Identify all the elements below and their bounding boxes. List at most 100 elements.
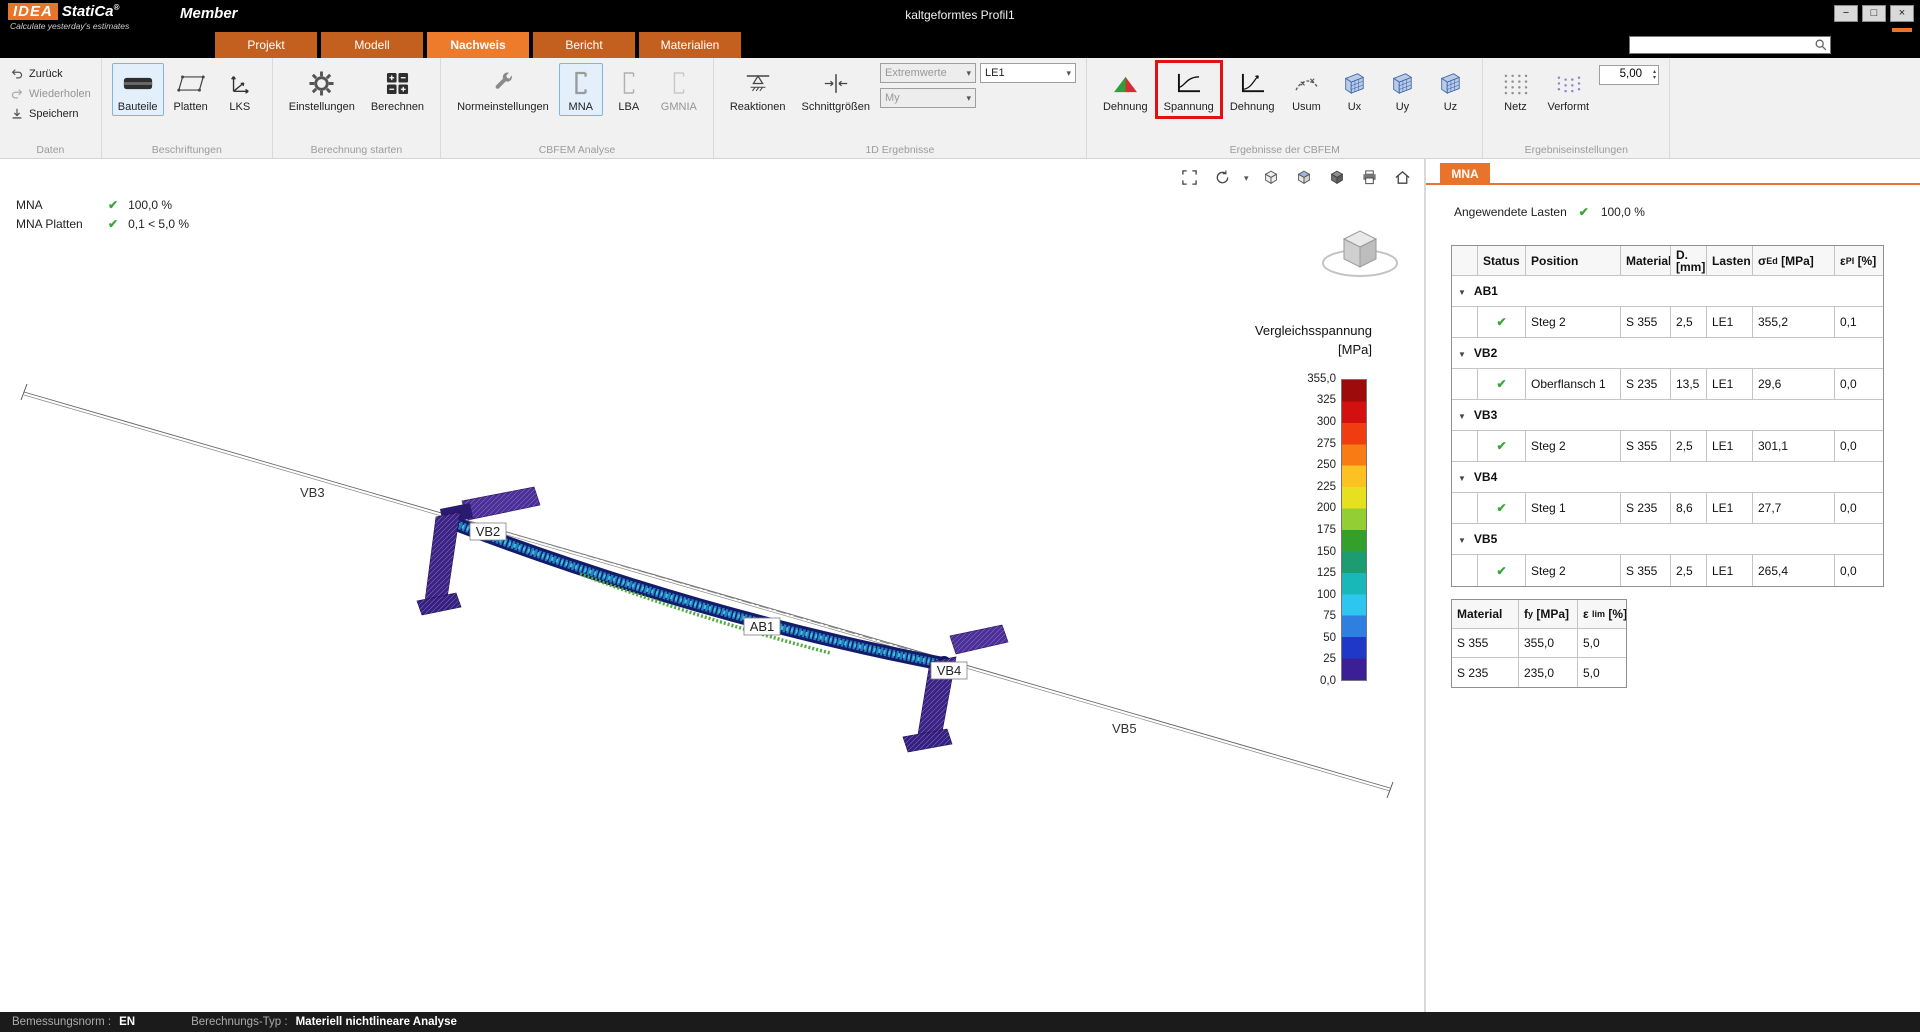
spinner-down-icon[interactable] — [1653, 75, 1656, 81]
reaktionen-button[interactable]: Reaktionen — [724, 63, 792, 116]
ribbon: Zurück Wiederholen Speichern Daten — [0, 58, 1920, 159]
undo-icon — [10, 67, 24, 81]
loadcase-value: LE1 — [985, 67, 1005, 79]
lks-label: LKS — [229, 101, 250, 113]
table-row[interactable]: S 235 235,0 5,0 — [1452, 658, 1626, 687]
member-label-vb5[interactable]: VB5 — [1112, 721, 1137, 736]
check-icon — [1496, 564, 1506, 578]
member-label-vb2[interactable]: VB2 — [470, 523, 506, 540]
schnittgroessen-button[interactable]: Schnittgrößen — [796, 63, 876, 116]
viewport-3d[interactable]: MNA 100,0 % MNA Platten 0,1 < 5,0 % — [0, 159, 1423, 1012]
collapse-icon[interactable] — [1458, 470, 1466, 484]
check-icon — [1496, 501, 1506, 515]
legend-tick-label: 250 — [1288, 459, 1336, 471]
uy-button[interactable]: Uy — [1380, 63, 1424, 116]
table-row[interactable]: Steg 2 S 355 2,5 LE1 355,2 0,1 — [1452, 307, 1883, 338]
beam-mesh[interactable] — [445, 518, 951, 670]
loadcase-select[interactable]: LE1 — [980, 63, 1076, 83]
group-row-vb2[interactable]: VB2 — [1452, 338, 1883, 369]
collapse-icon[interactable] — [1458, 408, 1466, 422]
undo-button[interactable]: Zurück — [10, 65, 91, 82]
normeinstellungen-label: Normeinstellungen — [457, 101, 549, 113]
logo-tagline: Calculate yesterday's estimates — [10, 21, 129, 31]
group-row-vb5[interactable]: VB5 — [1452, 524, 1883, 555]
extremwerte-select: Extremwerte — [880, 63, 976, 83]
collapse-icon[interactable] — [1458, 284, 1466, 298]
group-row-vb3[interactable]: VB3 — [1452, 400, 1883, 431]
search-input[interactable] — [1630, 39, 1814, 51]
verformt-button[interactable]: Verformt — [1541, 63, 1595, 116]
table-row[interactable]: Steg 1 S 235 8,6 LE1 27,7 0,0 — [1452, 493, 1883, 524]
scale-spinner[interactable]: 5,00 — [1599, 65, 1659, 85]
uz-button[interactable]: Uz — [1428, 63, 1472, 116]
legend-tick-label: 175 — [1288, 524, 1336, 536]
save-label: Speichern — [29, 108, 79, 120]
tab-projekt[interactable]: Projekt — [215, 32, 317, 58]
reaktionen-label: Reaktionen — [730, 101, 786, 113]
tab-mna-results[interactable]: MNA — [1440, 163, 1490, 185]
netz-button[interactable]: Netz — [1493, 63, 1537, 116]
mna-button[interactable]: MNA — [559, 63, 603, 116]
table-row[interactable]: Steg 2 S 355 2,5 LE1 301,1 0,0 — [1452, 431, 1883, 462]
lks-button[interactable]: LKS — [218, 63, 262, 116]
table-row[interactable]: Steg 2 S 355 2,5 LE1 265,4 0,0 — [1452, 555, 1883, 586]
group-row-ab1[interactable]: AB1 — [1452, 276, 1883, 307]
einstellungen-button[interactable]: Einstellungen — [283, 63, 361, 116]
tab-modell[interactable]: Modell — [321, 32, 423, 58]
ribbon-group-ergebniseinstellungen: Netz Verformt 5,00 Ergebniseinstellungen — [1483, 58, 1670, 158]
my-value: My — [885, 92, 900, 104]
table-row[interactable]: Oberflansch 1 S 235 13,5 LE1 29,6 0,0 — [1452, 369, 1883, 400]
collapse-icon[interactable] — [1458, 346, 1466, 360]
applied-loads-row: Angewendete Lasten 100,0 % — [1454, 205, 1645, 219]
check-icon — [1496, 315, 1506, 329]
stress-curve-icon — [1175, 68, 1202, 98]
spannung-label: Spannung — [1164, 101, 1214, 113]
results-table-header: Status Position Material D.[mm] Lasten σ… — [1452, 246, 1883, 276]
member-axis-line[interactable] — [21, 384, 1393, 798]
member-label-vb3[interactable]: VB3 — [300, 485, 325, 500]
tab-materialien[interactable]: Materialien — [639, 32, 741, 58]
table-row[interactable]: S 355 355,0 5,0 — [1452, 629, 1626, 658]
connection-vb4[interactable] — [903, 625, 1008, 752]
tab-bericht[interactable]: Bericht — [533, 32, 635, 58]
chevron-down-icon — [966, 92, 971, 104]
strain-triangles-icon — [1112, 68, 1139, 98]
gear-icon — [308, 68, 335, 98]
verformt-label: Verformt — [1547, 101, 1589, 113]
close-button[interactable] — [1890, 5, 1914, 22]
scale-value: 5,00 — [1620, 68, 1642, 80]
platten-button[interactable]: Platten — [168, 63, 214, 116]
deformed-mesh-icon — [1555, 68, 1582, 98]
ux-button[interactable]: Ux — [1332, 63, 1376, 116]
minimize-button[interactable] — [1834, 5, 1858, 22]
search-icon[interactable] — [1814, 38, 1830, 52]
collapse-icon[interactable] — [1458, 532, 1466, 546]
redo-button: Wiederholen — [10, 85, 91, 102]
main-tab-bar: Projekt Modell Nachweis Bericht Material… — [0, 32, 1920, 58]
legend-tick-label: 50 — [1288, 632, 1336, 644]
search-box — [1629, 36, 1831, 54]
berechnen-label: Berechnen — [371, 101, 424, 113]
applied-loads-value: 100,0 % — [1601, 205, 1645, 219]
spannung-button[interactable]: Spannung — [1158, 63, 1220, 116]
group-row-vb4[interactable]: VB4 — [1452, 462, 1883, 493]
bauteile-button[interactable]: Bauteile — [112, 63, 164, 116]
member-label-vb4[interactable]: VB4 — [931, 662, 967, 679]
ribbon-group-cbfem-analyse: Normeinstellungen MNA LBA — [441, 58, 714, 158]
tab-nachweis[interactable]: Nachweis — [427, 32, 529, 58]
lba-button[interactable]: LBA — [607, 63, 651, 116]
plate-icon — [176, 68, 206, 98]
member-label-ab1[interactable]: AB1 — [744, 618, 780, 635]
analysis-type-label: Berechnungs-Typ : — [191, 1016, 288, 1028]
model-canvas[interactable]: VB3 VB2 AB1 VB4 VB5 — [0, 159, 1423, 1012]
dehnung-button[interactable]: Dehnung — [1224, 63, 1281, 116]
save-button[interactable]: Speichern — [10, 105, 91, 122]
svg-text:VB2: VB2 — [476, 524, 501, 539]
usum-button[interactable]: Usum — [1284, 63, 1328, 116]
berechnen-button[interactable]: Berechnen — [365, 63, 430, 116]
chevron-down-icon — [966, 67, 971, 79]
coordinate-axes-icon — [228, 68, 252, 98]
maximize-button[interactable] — [1862, 5, 1886, 22]
normeinstellungen-button[interactable]: Normeinstellungen — [451, 63, 555, 116]
dehnung-plastic-button[interactable]: Dehnung — [1097, 63, 1154, 116]
